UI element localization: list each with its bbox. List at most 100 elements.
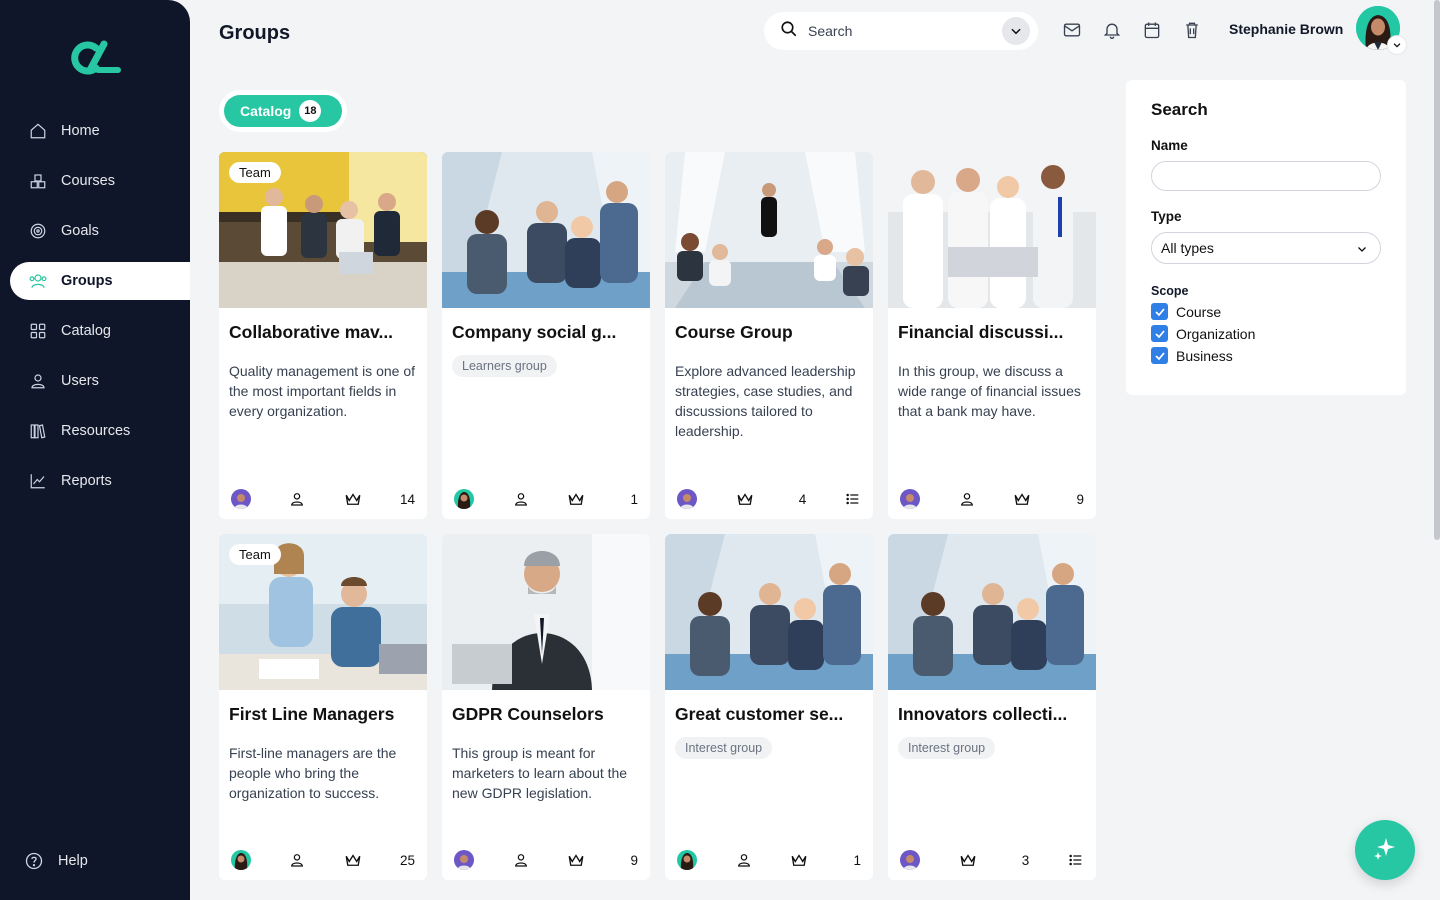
sidebar-item-groups[interactable]: Groups	[10, 262, 190, 300]
app-logo[interactable]	[68, 40, 122, 76]
group-card-image	[442, 152, 650, 308]
group-card-image	[888, 152, 1096, 308]
crown-icon	[1013, 491, 1031, 507]
header-icons	[1062, 20, 1202, 40]
member-count: 1	[630, 491, 638, 507]
search-label: Search	[808, 23, 853, 39]
tab-catalog-label: Catalog	[240, 103, 292, 119]
chevron-down-icon	[1393, 43, 1401, 48]
avatar	[231, 850, 251, 870]
mail-icon[interactable]	[1062, 20, 1082, 40]
trash-icon[interactable]	[1182, 20, 1202, 40]
group-card-description: Explore advanced leadership strategies, …	[675, 363, 856, 439]
tab-catalog[interactable]: Catalog 18	[224, 95, 342, 127]
sidebar: Home Courses Goals Groups Catalog Users …	[0, 0, 190, 900]
group-card-footer: 1	[442, 479, 650, 519]
user-icon	[513, 491, 529, 507]
checkbox-checked[interactable]	[1151, 303, 1168, 320]
sidebar-item-resources[interactable]: Resources	[10, 412, 190, 450]
sidebar-item-reports[interactable]: Reports	[10, 462, 190, 500]
search-bar[interactable]: Search	[764, 12, 1038, 50]
help-label: Help	[58, 853, 88, 869]
group-card[interactable]: Company social g... Learners group 1	[442, 152, 650, 519]
help-icon	[24, 851, 44, 871]
group-card-footer: 4	[665, 479, 873, 519]
group-card[interactable]: Innovators collecti... Interest group 3	[888, 534, 1096, 880]
group-card[interactable]: Financial discussi... In this group, we …	[888, 152, 1096, 519]
group-card[interactable]: Team First Line Managers First-line mana…	[219, 534, 427, 880]
name-field[interactable]	[1151, 161, 1381, 191]
users-group-icon	[28, 271, 48, 291]
checkbox-checked[interactable]	[1151, 325, 1168, 342]
group-category-chip: Interest group	[898, 737, 996, 759]
crown-icon	[790, 852, 808, 868]
group-card-description: This group is meant for marketers to lea…	[452, 745, 628, 801]
calendar-icon[interactable]	[1142, 20, 1162, 40]
crown-icon	[567, 491, 585, 507]
page-scrollbar[interactable]	[1434, 0, 1440, 540]
group-card-title[interactable]: Company social g...	[452, 322, 640, 343]
crown-icon	[567, 852, 585, 868]
avatar	[454, 850, 474, 870]
sidebar-item-courses[interactable]: Courses	[10, 162, 190, 200]
sidebar-item-label: Resources	[61, 423, 131, 439]
type-select[interactable]: All types	[1151, 232, 1381, 264]
sidebar-item-label: Courses	[61, 173, 115, 189]
group-card[interactable]: Course Group Explore advanced leadership…	[665, 152, 873, 519]
type-field-label: Type	[1151, 209, 1182, 224]
group-card-title[interactable]: Course Group	[675, 322, 863, 343]
ai-assistant-button[interactable]	[1355, 820, 1415, 880]
member-count: 9	[630, 852, 638, 868]
crown-icon	[736, 491, 754, 507]
group-card-title[interactable]: Great customer se...	[675, 704, 863, 725]
sidebar-item-home[interactable]: Home	[10, 112, 190, 150]
sidebar-item-label: Groups	[61, 273, 113, 289]
sidebar-item-label: Home	[61, 123, 100, 139]
courses-icon	[28, 171, 48, 191]
group-card-title[interactable]: Financial discussi...	[898, 322, 1086, 343]
avatar	[677, 850, 697, 870]
name-field-label: Name	[1151, 138, 1188, 153]
group-card-title[interactable]: Innovators collecti...	[898, 704, 1086, 725]
grid-icon	[28, 321, 48, 341]
scope-option-business[interactable]: Business	[1151, 347, 1381, 364]
member-count: 9	[1076, 491, 1084, 507]
group-card-footer: 3	[888, 840, 1096, 880]
avatar	[454, 489, 474, 509]
group-card[interactable]: Great customer se... Interest group 1	[665, 534, 873, 880]
group-card-title[interactable]: First Line Managers	[229, 704, 417, 725]
group-card[interactable]: GDPR Counselors This group is meant for …	[442, 534, 650, 880]
group-card-footer: 9	[442, 840, 650, 880]
group-card-title[interactable]: GDPR Counselors	[452, 704, 640, 725]
help-link[interactable]: Help	[24, 851, 88, 871]
search-icon	[780, 20, 798, 43]
group-card-description: Quality management is one of the most im…	[229, 363, 415, 419]
home-icon	[28, 121, 48, 141]
member-count: 3	[1021, 852, 1030, 868]
user-name[interactable]: Stephanie Brown	[1229, 21, 1343, 37]
scope-option-course[interactable]: Course	[1151, 303, 1381, 320]
sidebar-item-goals[interactable]: Goals	[10, 212, 190, 250]
search-dropdown-button[interactable]	[1002, 17, 1030, 45]
sidebar-item-catalog[interactable]: Catalog	[10, 312, 190, 350]
group-card-image: Team	[219, 534, 427, 690]
list-icon	[1068, 852, 1084, 868]
group-card-footer: 14	[219, 479, 427, 519]
scope-option-label: Business	[1176, 347, 1233, 364]
scope-option-label: Course	[1176, 303, 1222, 320]
avatar	[900, 850, 920, 870]
crown-icon	[344, 852, 362, 868]
group-card[interactable]: Team Collaborative mav... Quality manage…	[219, 152, 427, 519]
target-icon	[28, 221, 48, 241]
bell-icon[interactable]	[1102, 20, 1122, 40]
user-menu-toggle[interactable]	[1388, 36, 1406, 54]
chart-line-icon	[28, 471, 48, 491]
user-icon	[289, 852, 305, 868]
chevron-down-icon	[1011, 28, 1021, 35]
avatar	[231, 489, 251, 509]
checkbox-checked[interactable]	[1151, 347, 1168, 364]
scope-option-organization[interactable]: Organization	[1151, 325, 1381, 342]
user-icon	[513, 852, 529, 868]
sidebar-item-users[interactable]: Users	[10, 362, 190, 400]
group-card-title[interactable]: Collaborative mav...	[229, 322, 417, 343]
